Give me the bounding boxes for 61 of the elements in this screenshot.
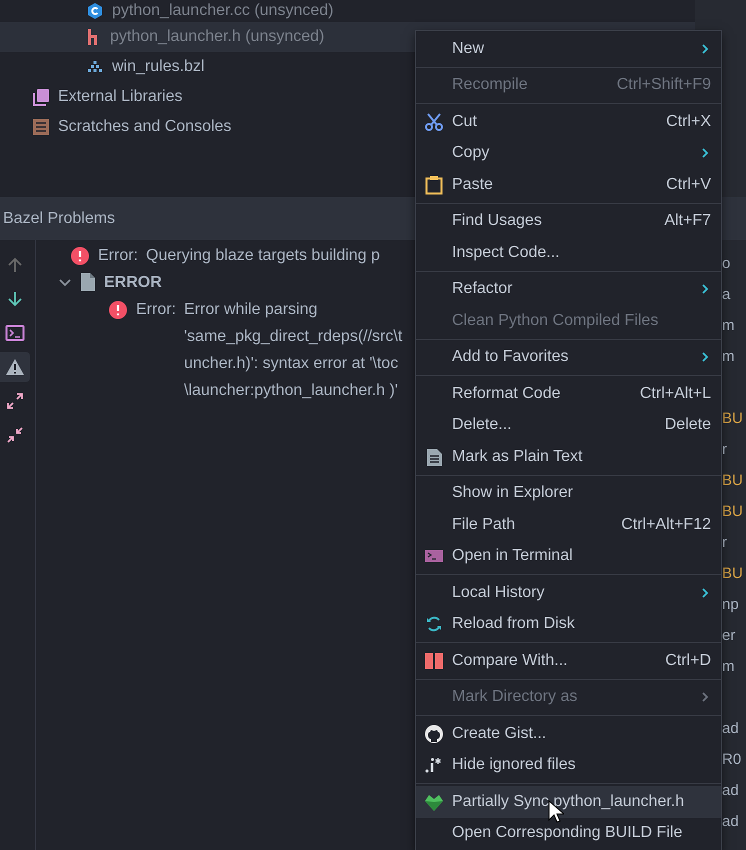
code-fragment: BU [722, 564, 744, 584]
file-node[interactable]: ERROR [104, 269, 162, 296]
menu-item[interactable]: Local History [416, 577, 721, 608]
error-message: Error while parsing 'same_pkg_direct_rdeps(//src\t uncher.h)': syntax error at '\toc \launcher:python_launcher.h )' [184, 300, 402, 401]
error-label: Error: [98, 246, 138, 266]
code-fragment: er [722, 626, 736, 646]
code-fragment: m [722, 657, 736, 677]
code-fragment: a [722, 285, 732, 305]
menu-item[interactable]: Refactor [416, 274, 721, 305]
code-fragment: ad [722, 719, 740, 739]
error-icon [70, 246, 90, 266]
scissors-icon [424, 112, 444, 132]
menu-item[interactable]: Copy [416, 138, 721, 169]
menu-item[interactable]: Paste Ctrl+V [416, 169, 721, 200]
compare-icon [424, 650, 444, 671]
error-message: Querying blaze targets building p [146, 246, 380, 266]
code-fragment: o [722, 254, 732, 274]
menu-item[interactable]: Show in Explorer [416, 478, 721, 509]
code-fragment: m [722, 316, 736, 336]
code-fragment: r [722, 533, 728, 553]
menu-item[interactable]: Delete... Delete [416, 410, 721, 441]
menu-item[interactable]: Reload from Disk [416, 608, 721, 640]
code-fragment: m [722, 347, 736, 367]
code-fragment: ad [722, 781, 740, 801]
library-icon [32, 88, 50, 106]
c-file-icon [86, 2, 104, 20]
code-fragment: BU [722, 471, 744, 491]
menu-item[interactable]: Compare With... Ctrl+D [416, 645, 721, 676]
clipboard-icon [424, 174, 444, 195]
scratches-icon [32, 118, 50, 136]
expand-icon [5, 391, 25, 411]
collapse-icon [5, 425, 25, 445]
menu-item[interactable]: Partially Sync python_launcher.h [416, 786, 721, 818]
pyramid-icon [86, 60, 104, 74]
menu-item[interactable]: Mark as Plain Text [416, 441, 721, 472]
text-file-icon [424, 446, 444, 467]
code-fragment: np [722, 595, 740, 615]
menu-item[interactable]: Find Usages Alt+F7 [416, 206, 721, 237]
warning-icon [5, 357, 25, 377]
menu-item[interactable]: Cut Ctrl+X [416, 106, 721, 138]
menu-item[interactable]: Create Gist... [416, 718, 721, 750]
error-icon [108, 300, 128, 320]
menu-item[interactable]: Open in Terminal [416, 540, 721, 572]
terminal-icon [5, 323, 25, 343]
file-icon [80, 272, 96, 292]
code-fragment: BU [722, 409, 744, 429]
menu-item[interactable]: Add to Favorites [416, 342, 721, 373]
toolbar-button[interactable] [0, 352, 30, 382]
menu-item[interactable]: Open Corresponding BUILD File [416, 818, 721, 849]
code-fragment: BU [722, 502, 744, 522]
code-fragment: r [722, 440, 728, 460]
panel-title: Bazel Problems [3, 208, 116, 228]
github-icon [424, 724, 444, 744]
code-fragment: R0 [722, 750, 742, 770]
tree-row[interactable]: python_launcher.cc (unsynced) [0, 0, 695, 22]
menu-item[interactable]: Inspect Code... [416, 237, 721, 268]
menu-item[interactable]: File Path Ctrl+Alt+F12 [416, 509, 721, 540]
menu-item[interactable]: Hide ignored files [416, 750, 721, 781]
menu-item[interactable]: Reformat Code Ctrl+Alt+L [416, 378, 721, 410]
error-label: Error: [136, 300, 176, 320]
code-fragment: ad [722, 812, 740, 832]
